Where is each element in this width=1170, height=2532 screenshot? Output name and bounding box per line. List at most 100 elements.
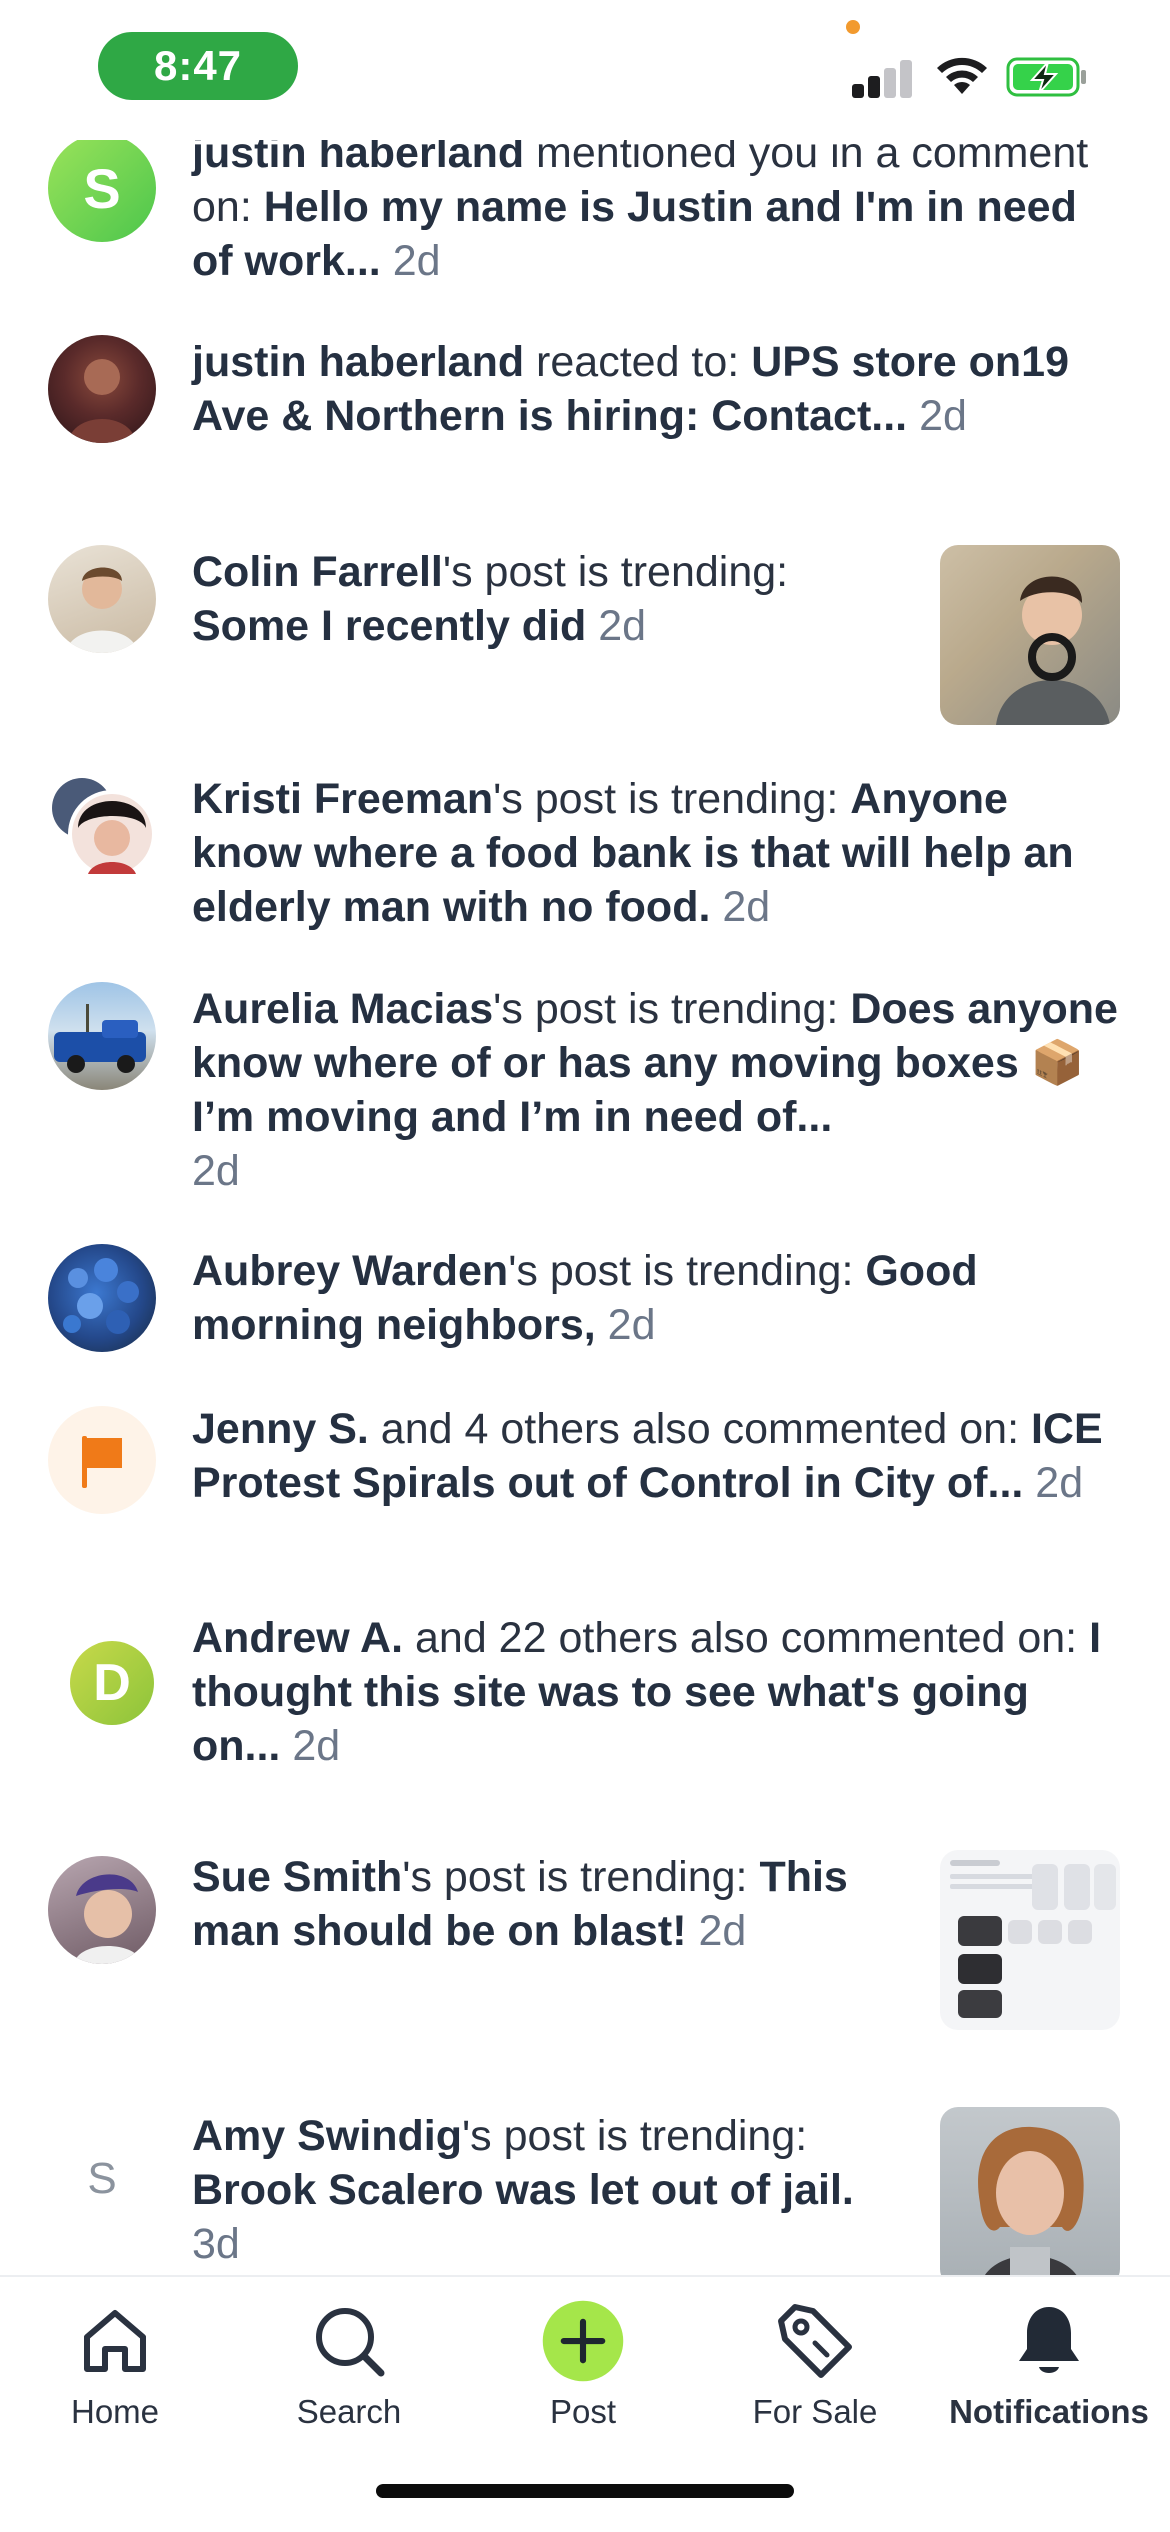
person-photo-icon [66,567,138,653]
notification-item[interactable]: Aubrey Warden's post is trending: Good m… [0,1244,1170,1394]
actor-name[interactable]: justin haberland [192,140,524,177]
search-icon [307,2299,391,2383]
avatar-letter: D [93,1654,131,1712]
tab-label: Notifications [949,2393,1149,2430]
actor-name[interactable]: Jenny S. [192,1405,369,1453]
person-photo-icon [52,778,156,878]
person-photo-icon [978,2126,1084,2275]
notification-item[interactable]: Kristi Freeman's post is trending: Anyon… [0,772,1170,942]
tab-label: Search [296,2393,402,2430]
status-time[interactable]: 8:47 [98,32,298,100]
mugshot-thumbnail[interactable] [940,2107,1120,2275]
age-label: 2d [192,1147,240,1195]
notification-text: Jenny S. and 4 others also commented on:… [192,1402,1122,1510]
tab-label: Home [70,2393,160,2430]
privacy-indicator-dot [846,20,860,34]
action-text: and 4 others also commented on: [368,1405,1031,1453]
screenshot-thumbnail[interactable] [940,1850,1120,2030]
notification-text: justin haberland reacted to: UPS store o… [192,335,1122,443]
avatar-letter: S [87,2154,117,2203]
actor-name[interactable]: Aurelia Macias [192,985,493,1033]
avatar-letter: S [83,156,121,220]
age-label: 2d [607,1301,656,1349]
notification-item[interactable]: Sue Smith's post is trending: This man s… [0,1850,1170,2050]
action-text: 's post is trending: [493,775,851,823]
status-bar: 8:47 [0,0,1170,140]
age-label: 3d [192,2220,240,2268]
notification-item[interactable]: Jenny S. and 4 others also commented on:… [0,1402,1170,1582]
age-label: 2d [1035,1459,1084,1507]
person-photo-icon [68,359,136,443]
age-label: 2d [392,237,441,285]
avatar[interactable] [48,982,156,1090]
avatar[interactable] [48,335,156,443]
age-label: 2d [722,883,771,931]
notification-item[interactable]: S Amy Swindig's post is trending: Brook … [0,2107,1170,2275]
flag-icon [82,1436,122,1488]
notification-item[interactable]: Aurelia Macias's post is trending: Does … [0,982,1170,1202]
avatar-letter-circle: D [70,1641,154,1725]
action-text: 's post is trending: [493,985,851,1033]
actor-name[interactable]: Amy Swindig [192,2112,462,2160]
tab-home[interactable]: Home [0,2287,230,2447]
notification-text: Amy Swindig's post is trending: Brook Sc… [192,2109,912,2271]
notification-text: justin haberland mentioned you in a comm… [192,140,1122,288]
notification-text: Kristi Freeman's post is trending: Anyon… [192,772,1122,934]
avatar[interactable] [48,545,156,653]
notification-item[interactable]: D Andrew A. and 22 others also commented… [0,1611,1170,1801]
action-text: 's post is trending: [402,1853,760,1901]
post-photo-thumbnail[interactable] [940,545,1120,725]
tab-notifications[interactable]: Notifications [934,2287,1164,2447]
notifications-feed[interactable]: S justin haberland mentioned you in a co… [0,140,1170,2275]
action-text: 's post is trending: [508,1247,866,1295]
notification-text: Aurelia Macias's post is trending: Does … [192,982,1122,1198]
screenshot-thumbnail-icon [950,1860,1116,2018]
notification-text: Aubrey Warden's post is trending: Good m… [192,1244,1122,1352]
home-indicator[interactable] [376,2484,794,2498]
notification-text: Colin Farrell's post is trending: Some I… [192,545,912,653]
notification-item[interactable]: Colin Farrell's post is trending: Some I… [0,545,1170,745]
avatar[interactable] [48,1856,156,1964]
tab-for-sale[interactable]: For Sale [700,2287,930,2447]
action-text: 's post is trending: [442,548,789,596]
signal-icon [852,58,914,98]
truck-photo-icon [54,1004,146,1073]
actor-name[interactable]: Colin Farrell [192,548,443,596]
notification-text: Andrew A. and 22 others also commented o… [192,1611,1122,1773]
age-label: 2d [919,392,967,440]
flowers-photo-icon [63,1258,139,1334]
age-label: 2d [598,602,647,650]
notification-text: Sue Smith's post is trending: This man s… [192,1850,912,1958]
tab-label: Post [549,2393,617,2430]
avatar[interactable]: D [58,1631,156,1729]
post-subject[interactable]: Hello my name is Justin and I'm in need … [192,183,1077,285]
wifi-icon [937,57,987,94]
avatar[interactable] [48,1406,156,1514]
avatar[interactable]: S [48,2125,156,2233]
post-subject[interactable]: Brook Scalero was let out of jail. [192,2166,854,2214]
home-icon [73,2299,157,2383]
notification-item[interactable]: justin haberland reacted to: UPS store o… [0,335,1170,505]
age-label: 2d [698,1907,747,1955]
tag-icon [773,2299,857,2383]
actor-name[interactable]: Kristi Freeman [192,775,493,823]
action-text: 's post is trending: [461,2112,808,2160]
actor-name[interactable]: Aubrey Warden [192,1247,508,1295]
bell-icon [1007,2299,1091,2383]
plus-icon [541,2299,625,2383]
action-text: and 22 others also commented on: [403,1614,1090,1662]
tab-label: For Sale [752,2393,878,2430]
person-photo-icon [996,576,1110,725]
avatar[interactable] [48,1244,156,1352]
person-photo-icon [74,1874,142,1964]
tab-post[interactable]: Post [468,2287,698,2447]
post-subject[interactable]: Some I recently did [192,602,586,650]
tab-search[interactable]: Search [234,2287,464,2447]
actor-name[interactable]: Andrew A. [192,1614,403,1662]
avatar[interactable] [48,772,156,880]
notification-item[interactable]: S justin haberland mentioned you in a co… [0,140,1170,294]
avatar[interactable]: S [48,140,156,242]
actor-name[interactable]: justin haberland [192,338,524,386]
actor-name[interactable]: Sue Smith [192,1853,402,1901]
battery-charging-icon [1006,57,1086,97]
